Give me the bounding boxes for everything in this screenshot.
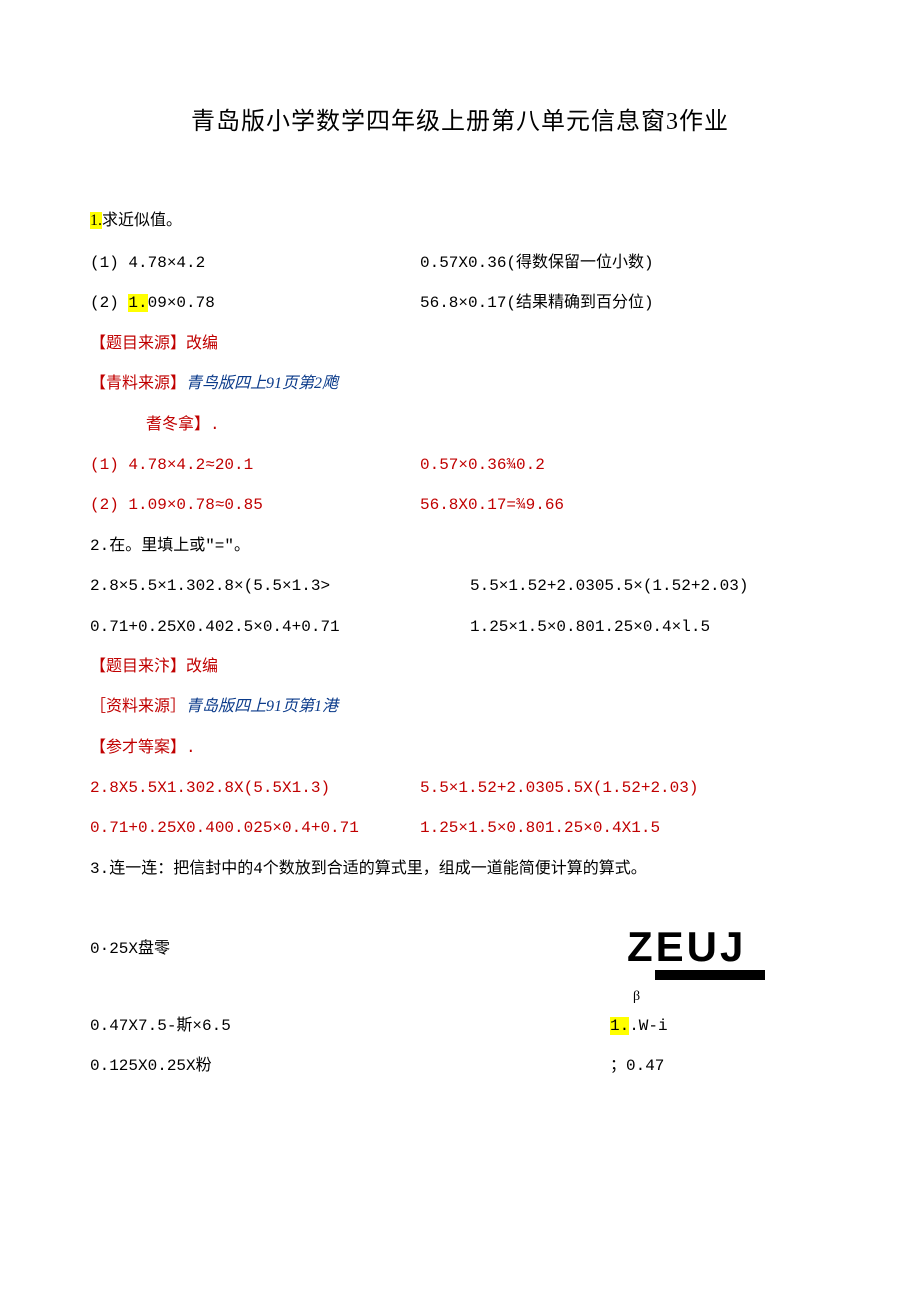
q1-line1: (1) 4.78×4.2 0.57X0.36(得数保留一位小数) (90, 248, 830, 278)
q2-line1b: 5.5×1.52+2.0305.5×(1.52+2.03) (470, 571, 748, 601)
page-title: 青岛版小学数学四年级上册第八单元信息窗3作业 (90, 100, 830, 146)
q2-heading: 2.在。里填上或"="。 (90, 531, 830, 561)
q3-line3-left: 0.125X0.25X粉 (90, 1051, 212, 1081)
q3-block: ZEUJ β 0·25X盘零 0.47X7.5-斯×6.5 1..W-i 0.1… (90, 934, 830, 1081)
q2-source3: 【参才等案】. (90, 733, 830, 763)
q2-ans1a: 2.8X5.5X1.302.8X(5.5X1.3) (90, 773, 420, 803)
q2-ans2b: 1.25×1.5×0.801.25×0.4X1.5 (420, 813, 660, 843)
q3-heading: 3.连一连：把信封中的4个数放到合适的算式里，组成一道能简便计算的算式。 (90, 854, 830, 884)
q1-line2: (2) 1.09×0.78 56.8×0.17(结果精确到百分位) (90, 288, 830, 318)
q1-source1: 【题目来源】改编 (90, 329, 830, 359)
q2-line2a: 0.71+0.25X0.402.5×0.4+0.71 (90, 612, 470, 642)
q2-source1: 【题目来汴】改编 (90, 652, 830, 682)
q1-heading: 1.求近似值。 (90, 206, 830, 236)
q3-line2-left: 0.47X7.5-斯×6.5 (90, 1011, 231, 1041)
q3-line2: 0.47X7.5-斯×6.5 1..W-i (90, 1011, 830, 1041)
document-page: 青岛版小学数学四年级上册第八单元信息窗3作业 1.求近似值。 (1) 4.78×… (0, 0, 920, 1151)
q1-line2-right: 56.8×0.17(结果精确到百分位) (420, 288, 654, 318)
q2-answer1: 2.8X5.5X1.302.8X(5.5X1.3) 5.5×1.52+2.030… (90, 773, 830, 803)
q1-line1-left: (1) 4.78×4.2 (90, 248, 420, 278)
q1-source3: 耆冬拿】. (90, 410, 830, 440)
zeuj-graphic: ZEUJ β (627, 926, 765, 1011)
q2-line2: 0.71+0.25X0.402.5×0.4+0.71 1.25×1.5×0.80… (90, 612, 830, 642)
q1-line1-right: 0.57X0.36(得数保留一位小数) (420, 248, 654, 278)
q2-source2: ［资料来源］青岛版四上91页第1港 (90, 692, 830, 722)
q3-line3: 0.125X0.25X粉 ；0.47 (90, 1051, 830, 1081)
q1-answer1: (1) 4.78×4.2≈20.1 0.57×0.36¾0.2 (90, 450, 830, 480)
q2-line2b: 1.25×1.5×0.801.25×0.4×l.5 (470, 612, 710, 642)
zeuj-text: ZEUJ (627, 926, 765, 968)
q1-source2: 【青料来源】青鸟版四上91页第2飑 (90, 369, 830, 399)
q2-line1: 2.8×5.5×1.302.8×(5.5×1.3> 5.5×1.52+2.030… (90, 571, 830, 601)
q1-line2-left: (2) 1.09×0.78 (90, 288, 420, 318)
q2-ans2a: 0.71+0.25X0.400.025×0.4+0.71 (90, 813, 420, 843)
q3-line2-right: 1..W-i (610, 1011, 830, 1041)
q3-line1-left: 0·25X盘零 (90, 934, 170, 964)
q2-line1a: 2.8×5.5×1.302.8×(5.5×1.3> (90, 571, 470, 601)
q2-ans1b: 5.5×1.52+2.0305.5X(1.52+2.03) (420, 773, 698, 803)
q1-number: 1. (90, 212, 102, 229)
q1-ans2b: 56.8X0.17=¾9.66 (420, 490, 564, 520)
q2-answer2: 0.71+0.25X0.400.025×0.4+0.71 1.25×1.5×0.… (90, 813, 830, 843)
beta-text: β (633, 984, 765, 1011)
q1-ans1a: (1) 4.78×4.2≈20.1 (90, 450, 420, 480)
q1-head-text: 求近似值。 (102, 212, 182, 229)
q1-answer2: (2) 1.09×0.78≈0.85 56.8X0.17=¾9.66 (90, 490, 830, 520)
q1-ans1b: 0.57×0.36¾0.2 (420, 450, 545, 480)
black-bar-icon (655, 970, 765, 980)
q3-line3-right: ；0.47 (610, 1051, 830, 1081)
q1-ans2a: (2) 1.09×0.78≈0.85 (90, 490, 420, 520)
